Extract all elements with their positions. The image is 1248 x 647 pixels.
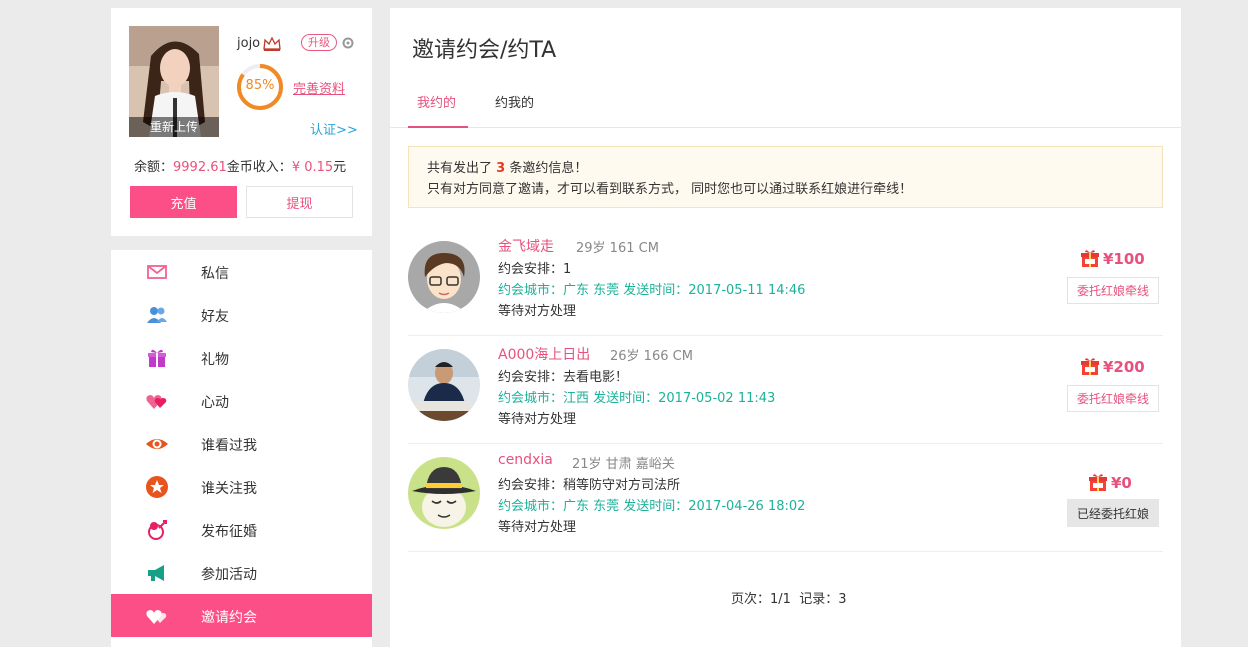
notice-box: 共有发出了 3 条邀约信息！ 只有对方同意了邀请，才可以看到联系方式， 同时您也… [408,146,1163,208]
date-city-time: 约会城市：江西 发送时间：2017-05-02 11:43 [498,391,776,406]
hearts-white-icon [146,610,167,624]
gift-price: ¥200 [1103,358,1145,376]
sidebar-item-label: 心动 [201,395,229,411]
withdraw-button[interactable]: 提现 [246,186,353,218]
member-meta: 29岁 161 CM [576,241,659,256]
man-photo-avatar [408,349,480,421]
left-sidebar: 重新上传 jojo 升级 85% 完善资料 认证>> 余额：9992.61金币收… [111,8,372,647]
date-arrangement: 约会安排：1 [498,262,572,277]
profile-card: 重新上传 jojo 升级 85% 完善资料 认证>> 余额：9992.61金币收… [111,8,372,236]
gift-icon [1089,474,1107,491]
list-item: A000海上日出 26岁 166 CM 约会安排：去看电影！ 约会城市：江西 发… [408,336,1163,444]
invite-status: 等待对方处理 [498,520,577,535]
date-city-time: 约会城市：广东 东莞 发送时间：2017-04-26 18:02 [498,499,806,514]
megaphone-icon [148,565,164,581]
active-tab-indicator [408,126,468,128]
verify-link[interactable]: 认证>> [310,119,358,138]
balance-line: 余额：9992.61金币收入：¥ 0.15元 [134,156,346,175]
list-item: cendxia 21岁 甘肃 嘉峪关 约会安排：稍等防守对方司法所 约会城市：广… [408,444,1163,552]
cupid-icon [148,520,167,540]
notice-suffix: 条邀约信息！ [509,161,588,176]
balance-value: 9992.61 [173,160,227,175]
sidebar-menu: 私信 好友 礼物 心动 谁看过我 谁关注我 发布征婚 参加活动 邀请约会 [111,250,372,647]
list-item: 金飞域走 29岁 161 CM 约会安排：1 约会城市：广东 东莞 发送时间：2… [408,228,1163,336]
balance-unit: 金币 [226,160,253,175]
recharge-button[interactable]: 充值 [130,186,237,218]
gift-icon [1081,250,1099,267]
username: jojo [237,36,261,51]
gear-icon[interactable] [341,36,355,54]
member-avatar[interactable] [408,241,480,313]
sidebar-item-label: 谁关注我 [201,481,257,497]
record-count: 记录：3 [799,592,847,607]
sidebar-item-events[interactable]: 参加活动 [111,551,372,594]
page-title: 邀请约会/约TA [412,38,557,63]
sidebar-item-followers[interactable]: 谁关注我 [111,465,372,508]
reupload-label[interactable]: 重新上传 [129,117,219,137]
main-panel: 邀请约会/约TA 我约的 约我的 共有发出了 3 条邀约信息！ 只有对方同意了邀… [390,8,1181,647]
tab-invites-to-me[interactable]: 约我的 [495,92,534,111]
sidebar-item-label: 礼物 [201,352,229,368]
balance-label: 余额： [134,160,174,175]
entrust-matchmaker-button[interactable]: 委托红娘牵线 [1067,385,1159,412]
date-arrangement: 约会安排：去看电影！ [498,370,629,385]
cartoon-boy-avatar [408,241,480,313]
gift-price: ¥0 [1111,474,1132,492]
invite-status: 等待对方处理 [498,304,577,319]
income-label: 收入： [252,160,292,175]
sidebar-item-label: 发布征婚 [201,524,257,540]
tab-bar: 我约的 约我的 [390,84,1181,128]
income-value: ¥ 0.15 [291,160,334,175]
income-unit: 元 [333,160,347,175]
sidebar-item-crush[interactable]: 心动 [111,379,372,422]
sidebar-item-visitors[interactable]: 谁看过我 [111,422,372,465]
sidebar-item-gifts[interactable]: 礼物 [111,336,372,379]
member-avatar[interactable] [408,457,480,529]
member-name[interactable]: cendxia [498,452,553,468]
page-indicator: 页次：1/1 [731,592,791,607]
upgrade-button[interactable]: 升级 [301,34,337,51]
entrusted-status-button: 已经委托红娘 [1067,499,1159,527]
gift-icon [148,349,166,367]
tab-my-invites[interactable]: 我约的 [417,92,456,111]
notice-prefix: 共有发出了 [427,161,493,176]
complete-profile-link[interactable]: 完善资料 [293,78,345,97]
sidebar-item-messages[interactable]: 私信 [111,250,372,293]
sidebar-item-label: 邀请约会 [201,610,257,626]
member-name[interactable]: A000海上日出 [498,344,590,364]
avatar[interactable]: 重新上传 [129,26,219,137]
notice-line-2: 只有对方同意了邀请，才可以看到联系方式， 同时您也可以通过联系红娘进行牵线！ [427,182,913,197]
sidebar-item-label: 谁看过我 [201,438,257,454]
sidebar-item-friends[interactable]: 好友 [111,293,372,336]
sidebar-item-post-marriage[interactable]: 发布征婚 [111,508,372,551]
date-city-time: 约会城市：广东 东莞 发送时间：2017-05-11 14:46 [498,283,806,298]
sidebar-item-label: 好友 [201,309,229,325]
member-avatar[interactable] [408,349,480,421]
gift-price: ¥100 [1103,250,1145,268]
notice-line-1: 共有发出了 3 条邀约信息！ [427,158,1162,179]
sidebar-item-label: 私信 [201,266,229,282]
progress-percent: 85% [245,78,275,93]
mail-icon [147,265,167,279]
hearts-icon [146,395,167,409]
friends-icon [147,307,167,323]
member-name[interactable]: 金飞域走 [498,236,554,256]
gift-icon [1081,358,1099,375]
member-meta: 21岁 甘肃 嘉峪关 [572,457,675,472]
sidebar-item-label: 参加活动 [201,567,257,583]
star-icon [146,476,168,498]
eye-icon [146,439,168,449]
invite-count: 3 [496,161,506,176]
invite-status: 等待对方处理 [498,412,577,427]
date-arrangement: 约会安排：稍等防守对方司法所 [498,478,681,493]
pagination: 页次：1/1 记录：3 [731,588,846,607]
cartoon-hat-avatar [408,457,480,529]
member-meta: 26岁 166 CM [610,349,693,364]
sidebar-item-invite-date[interactable]: 邀请约会 [111,594,372,637]
crown-icon [263,36,281,56]
entrust-matchmaker-button[interactable]: 委托红娘牵线 [1067,277,1159,304]
